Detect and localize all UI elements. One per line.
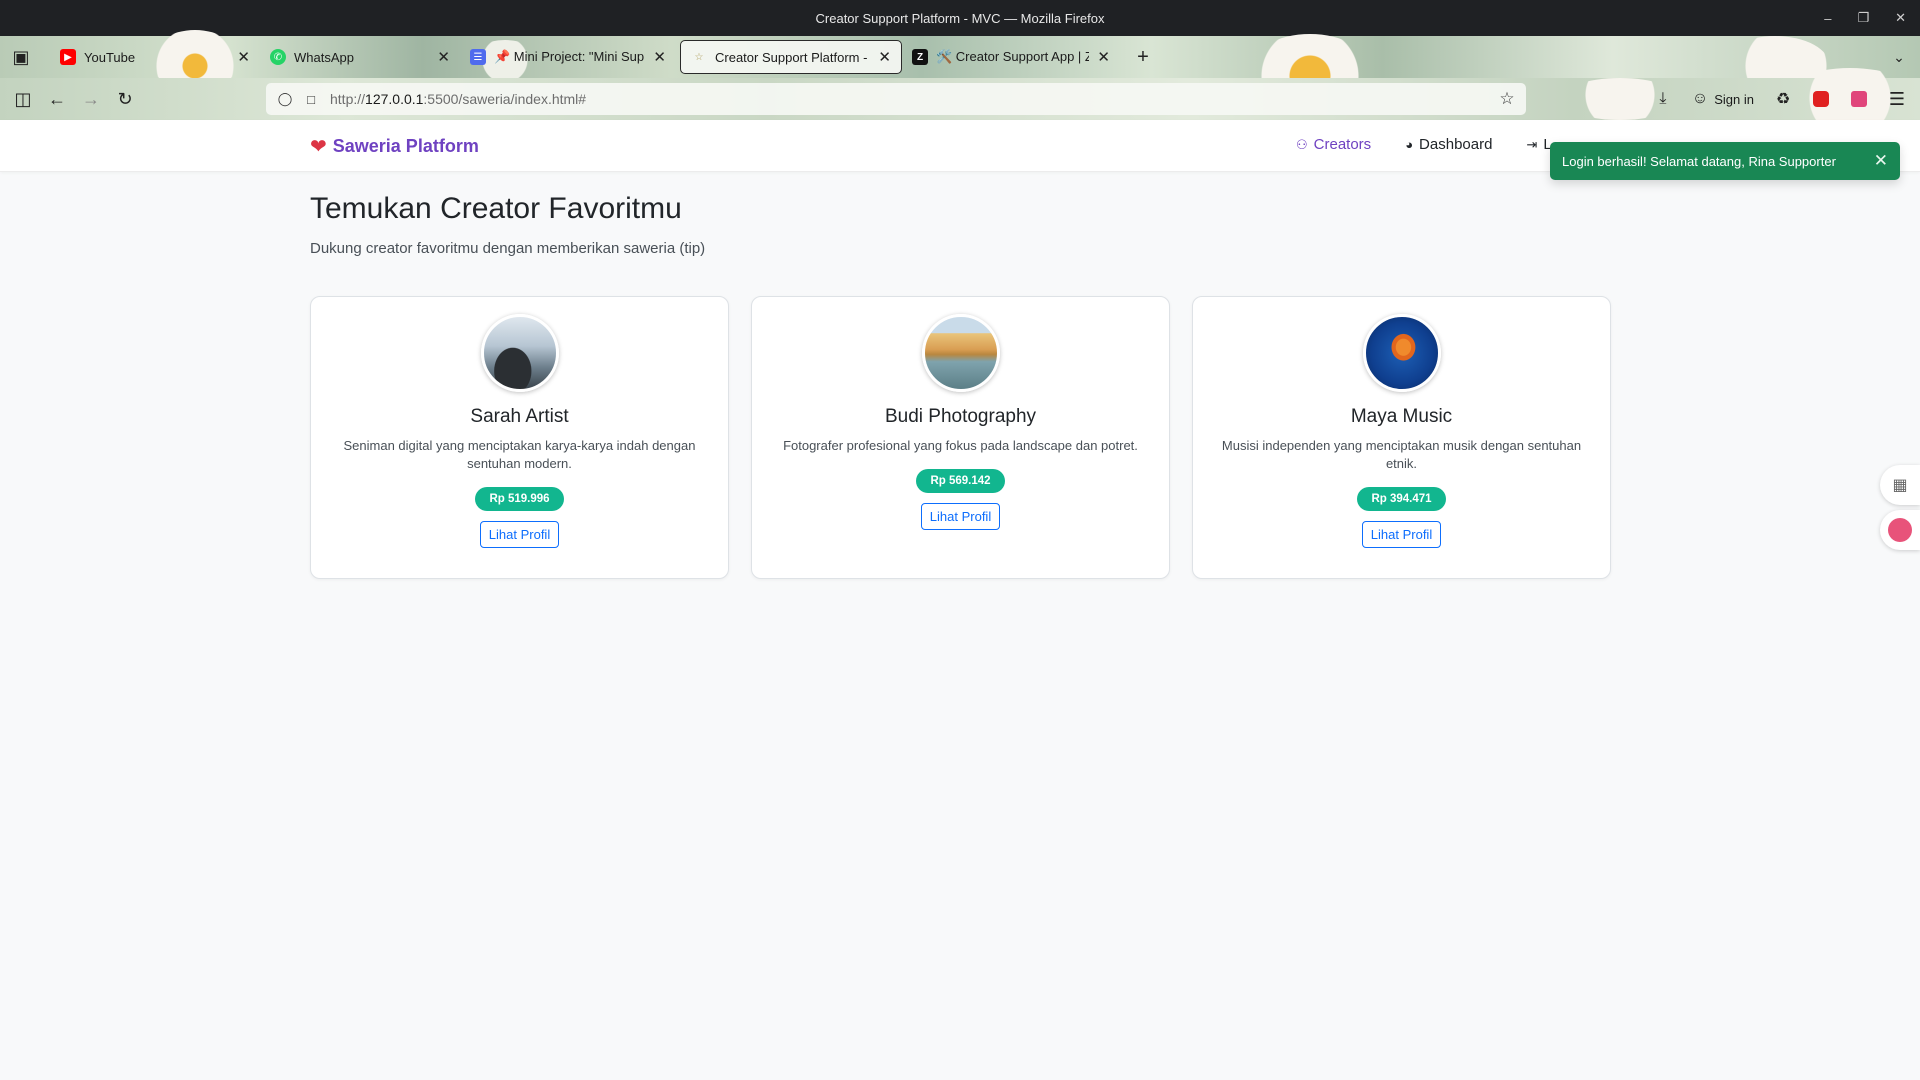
tab-label: Creator Support Platform - M: [715, 49, 871, 65]
toast-close-icon[interactable]: ✕: [1874, 151, 1888, 171]
nav-logout[interactable]: ⇥ L: [1526, 136, 1551, 153]
nav-dashboard[interactable]: ◕ Dashboard: [1405, 136, 1492, 153]
tab-label: WhatsApp: [294, 49, 354, 65]
creator-card: Maya Music Musisi independen yang mencip…: [1192, 296, 1611, 579]
url-host: 127.0.0.1: [365, 91, 424, 107]
brand-link[interactable]: ❤ Saweria Platform: [310, 134, 479, 159]
restore-icon[interactable]: ❐: [1857, 10, 1869, 26]
view-profile-button[interactable]: Lihat Profil: [1361, 521, 1442, 548]
creator-description: Fotografer profesional yang fokus pada l…: [783, 438, 1138, 453]
creator-description: Musisi independen yang menciptakan musik…: [1221, 438, 1582, 471]
docs-icon: ☰: [470, 49, 486, 65]
close-icon[interactable]: ✕: [878, 48, 891, 66]
window-titlebar: Creator Support Platform - MVC — Mozilla…: [0, 0, 1920, 36]
url-text[interactable]: http://127.0.0.1:5500/saweria/index.html…: [330, 91, 586, 107]
downloads-icon[interactable]: ⤓: [1646, 82, 1680, 116]
speedometer-icon: ◕: [1405, 137, 1414, 152]
tab-label: 🛠️ Creator Support App | Z: [936, 49, 1090, 64]
nav-creators-label: Creators: [1313, 136, 1372, 153]
nav-dashboard-label: Dashboard: [1419, 136, 1493, 153]
account-icon: ☺: [1691, 90, 1709, 107]
extensions-icon[interactable]: ♻: [1766, 82, 1800, 116]
new-tab-icon[interactable]: +: [1126, 40, 1160, 74]
heart-icon: ❤: [310, 136, 327, 158]
view-profile-button[interactable]: Lihat Profil: [479, 521, 560, 548]
page-title: Temukan Creator Favoritmu: [310, 192, 682, 225]
view-profile-button[interactable]: Lihat Profil: [920, 503, 1001, 530]
tab-youtube[interactable]: ▶ YouTube ✕: [50, 40, 260, 74]
reload-icon[interactable]: ↻: [108, 82, 142, 116]
tab-overview-icon[interactable]: ▣: [4, 40, 38, 74]
page-icon: □: [307, 91, 315, 107]
tab-label: 📌 Mini Project: "Mini Supp: [494, 49, 646, 64]
logout-icon: ⇥: [1526, 136, 1538, 152]
toolbar-right: ⤓ ☺ Sign in ♻ ☰: [1646, 78, 1914, 120]
minimize-icon[interactable]: –: [1824, 11, 1831, 26]
avatar: [921, 314, 1000, 392]
nav-creators[interactable]: ⚇ Creators: [1296, 136, 1371, 153]
close-icon[interactable]: ✕: [237, 48, 250, 66]
tab-mini-project[interactable]: ☰ 📌 Mini Project: "Mini Supp ✕: [460, 40, 676, 74]
window-title: Creator Support Platform - MVC — Mozilla…: [815, 10, 1105, 26]
creator-description: Seniman digital yang menciptakan karya-k…: [343, 438, 696, 471]
avatar: [480, 314, 559, 392]
url-bar[interactable]: ◯ □ http://127.0.0.1:5500/saweria/index.…: [266, 83, 1526, 115]
account-button[interactable]: ☺ Sign in: [1684, 90, 1762, 108]
tab-creator-support-platform[interactable]: ☆ Creator Support Platform - M ✕: [680, 40, 902, 74]
sidebar-icon[interactable]: ◫: [6, 82, 40, 116]
back-icon[interactable]: ←: [40, 82, 74, 116]
creator-cards: Sarah Artist Seniman digital yang mencip…: [310, 296, 1611, 579]
people-icon: ⚇: [1296, 136, 1308, 152]
main-content: Temukan Creator Favoritmu Dukung creator…: [310, 172, 1611, 579]
menu-icon[interactable]: ☰: [1880, 82, 1914, 116]
creator-name: Maya Music: [1350, 406, 1453, 427]
brand-name: Saweria Platform: [332, 136, 479, 156]
tab-whatsapp[interactable]: ✆ WhatsApp ✕: [260, 40, 460, 74]
tab-label: YouTube: [84, 49, 136, 65]
shield-icon[interactable]: ◯: [274, 91, 296, 107]
creator-name: Sarah Artist: [470, 406, 569, 427]
window-controls: – ❐ ✕: [1824, 0, 1906, 36]
translate-extension-icon[interactable]: [1842, 82, 1876, 116]
ublock-icon[interactable]: [1804, 82, 1838, 116]
creator-name: Budi Photography: [884, 406, 1037, 427]
qr-widget-icon[interactable]: ▦: [1880, 465, 1920, 505]
tab-strip: ▣ ▶ YouTube ✕ ✆ WhatsApp ✕ ☰ 📌 Mini Proj…: [0, 30, 1920, 104]
app-nav-links: ⚇ Creators ◕ Dashboard ⇥ L: [1296, 136, 1552, 153]
youtube-icon: ▶: [60, 49, 76, 65]
tip-total-badge: Rp 394.471: [1357, 487, 1446, 511]
forward-icon[interactable]: →: [74, 82, 108, 116]
z-icon: Z: [912, 49, 928, 65]
close-icon[interactable]: ✕: [437, 48, 450, 66]
bookmark-star-icon[interactable]: ☆: [1496, 89, 1518, 109]
url-path: :5500/saweria/index.html#: [423, 91, 587, 107]
star-icon: ☆: [694, 51, 704, 63]
close-icon[interactable]: ✕: [653, 48, 666, 66]
creator-card: Sarah Artist Seniman digital yang mencip…: [310, 296, 729, 579]
tab-creator-support-app[interactable]: Z 🛠️ Creator Support App | Z ✕: [902, 40, 1120, 74]
close-window-icon[interactable]: ✕: [1895, 10, 1906, 26]
avatar: [1362, 314, 1441, 392]
url-scheme: http://: [330, 91, 366, 107]
tip-total-badge: Rp 519.996: [475, 487, 564, 511]
translate-widget-icon[interactable]: [1880, 510, 1920, 550]
page-subtitle: Dukung creator favoritmu dengan memberik…: [310, 240, 706, 257]
creator-card: Budi Photography Fotografer profesional …: [751, 296, 1170, 579]
browser-toolbar: ◫ ← → ↻ ◯ □ http://127.0.0.1:5500/saweri…: [0, 68, 1920, 128]
toast-message: Login berhasil! Selamat datang, Rina Sup…: [1562, 153, 1836, 169]
signin-label: Sign in: [1714, 91, 1754, 107]
whatsapp-icon: ✆: [270, 49, 286, 65]
close-icon[interactable]: ✕: [1097, 48, 1110, 66]
list-all-tabs-icon[interactable]: ⌄: [1882, 40, 1916, 74]
tip-total-badge: Rp 569.142: [916, 469, 1005, 493]
